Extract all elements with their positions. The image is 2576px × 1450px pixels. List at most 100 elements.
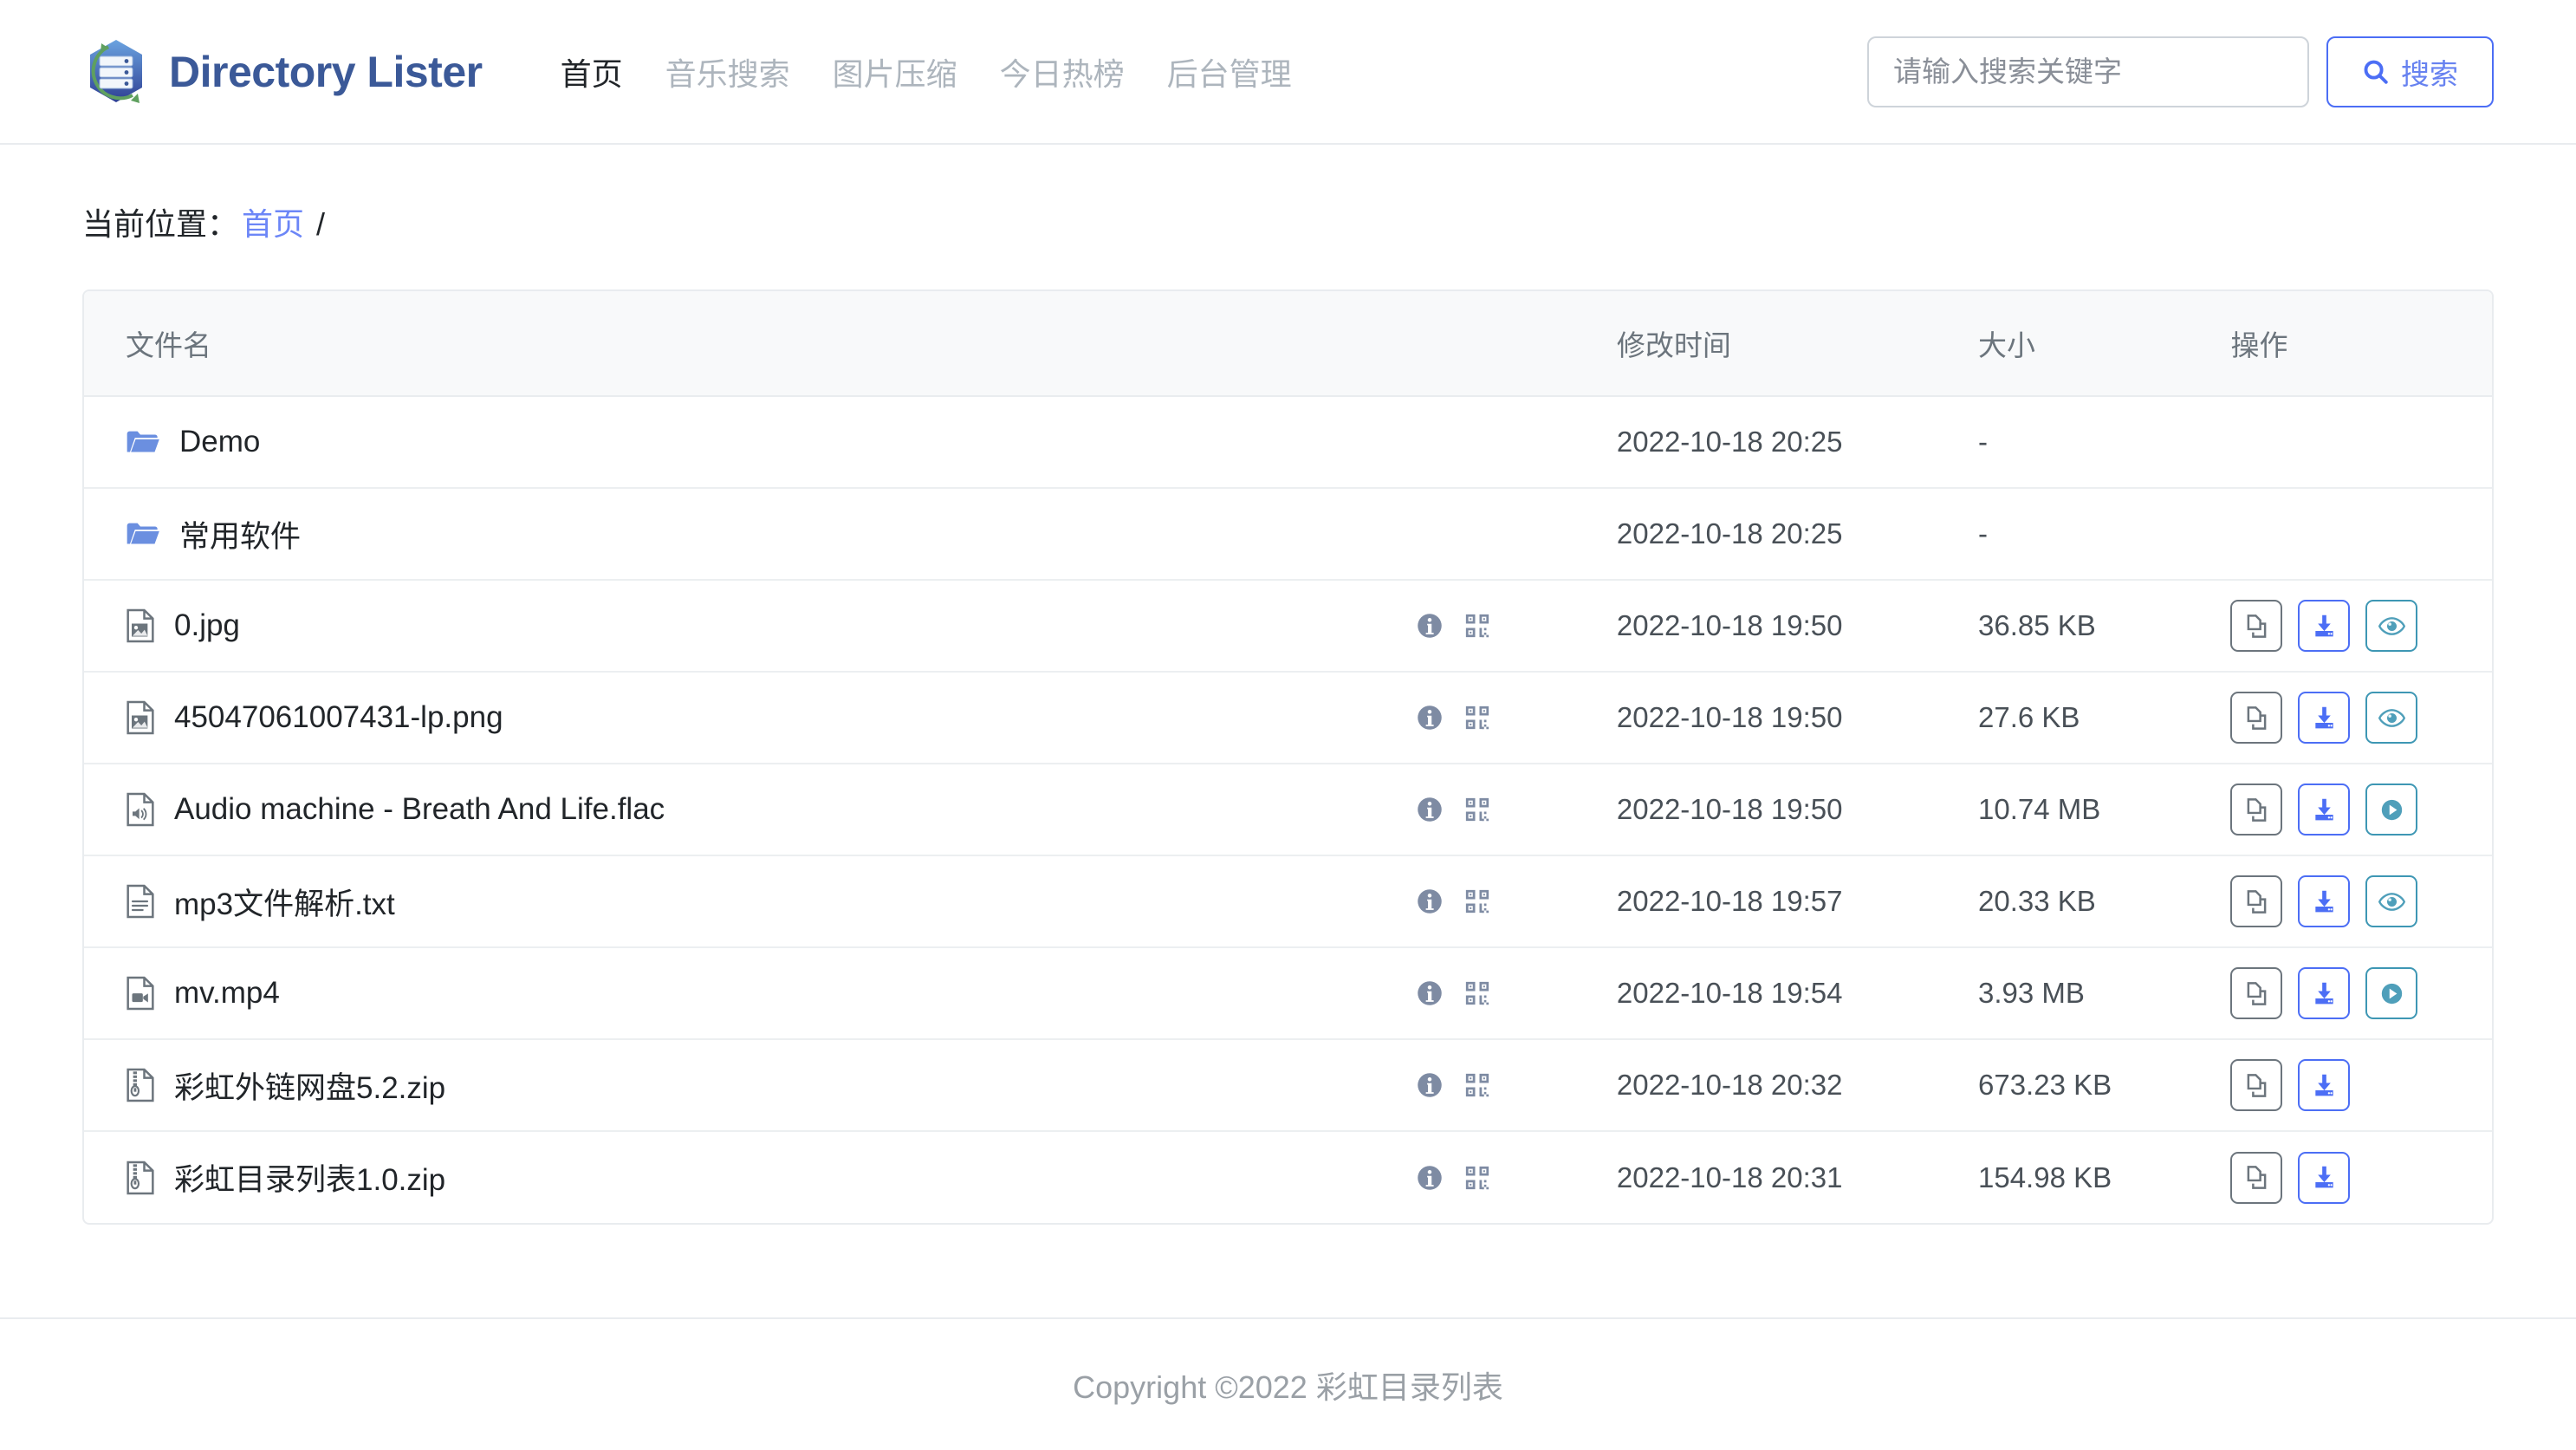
size-value: 36.85 KB [1977, 609, 2096, 641]
table-header-row: 文件名 修改时间 大小 操作 [84, 291, 2492, 397]
cell-modified-time: 2022-10-18 19:57 [1616, 855, 1978, 948]
qrcode-icon[interactable] [1464, 1072, 1490, 1098]
size-value: - [1977, 426, 1988, 458]
preview-button[interactable] [2365, 600, 2418, 652]
download-button[interactable] [2298, 875, 2351, 927]
modified-time-value: 2022-10-18 19:50 [1616, 701, 1843, 733]
breadcrumb: 当前位置： 首页 / [0, 145, 2576, 244]
play-button[interactable] [2365, 967, 2418, 1019]
nav-item-home[interactable]: 首页 [561, 56, 623, 92]
download-button[interactable] [2298, 784, 2351, 836]
qrcode-icon [1465, 614, 1489, 638]
qrcode-icon[interactable] [1464, 797, 1490, 823]
cell-size: 673.23 KB [1977, 1039, 2231, 1132]
nav-item-admin[interactable]: 后台管理 [1167, 56, 1292, 92]
info-icon[interactable] [1417, 797, 1443, 823]
file-name-link[interactable]: 45047061007431-lp.png [174, 700, 503, 735]
copy-link-button[interactable] [2230, 600, 2283, 652]
qrcode-icon [1465, 797, 1489, 822]
table-row: 45047061007431-lp.png 2022-10-18 19:50 2… [84, 672, 2492, 764]
info-icon[interactable] [1417, 613, 1443, 639]
size-value: 154.98 KB [1977, 1161, 2112, 1193]
cell-actions [2230, 488, 2492, 581]
cell-size: - [1977, 396, 2231, 489]
table-row: mp3文件解析.txt 2022-10-18 19:57 20.33 KB [84, 855, 2492, 948]
nav-item-music[interactable]: 音乐搜索 [665, 56, 790, 92]
file-name-link[interactable]: Demo [179, 425, 260, 459]
cell-filename: 彩虹目录列表1.0.zip [84, 1131, 1417, 1223]
breadcrumb-item-home[interactable]: 首页 [242, 199, 304, 244]
download-button[interactable] [2298, 1059, 2351, 1111]
copy-link-button[interactable] [2230, 784, 2283, 836]
qrcode-icon [1465, 705, 1489, 730]
download-button[interactable] [2298, 600, 2351, 652]
qrcode-icon[interactable] [1464, 705, 1490, 731]
cell-actions [2230, 580, 2492, 673]
search-button-label: 搜索 [2401, 57, 2458, 90]
download-button[interactable] [2298, 1151, 2351, 1204]
column-header-modified: 修改时间 [1616, 291, 1978, 397]
preview-button[interactable] [2365, 692, 2418, 744]
search-area: 搜索 [1867, 36, 2494, 107]
cell-filename: Audio machine - Breath And Life.flac [84, 764, 1417, 856]
preview-button[interactable] [2365, 875, 2418, 927]
qrcode-icon[interactable] [1464, 888, 1490, 914]
info-icon[interactable] [1417, 705, 1443, 731]
cell-size: 154.98 KB [1978, 1131, 2230, 1223]
qrcode-icon [1465, 1073, 1489, 1097]
copy-link-button[interactable] [2230, 1059, 2283, 1111]
file-name-link[interactable]: mv.mp4 [174, 976, 280, 1011]
file-name-link[interactable]: 彩虹外链网盘5.2.zip [174, 1063, 445, 1108]
info-icon[interactable] [1417, 980, 1443, 1006]
cell-meta-icons [1416, 855, 1617, 948]
file-name-link[interactable]: 0.jpg [174, 608, 240, 643]
table-row: 0.jpg 2022-10-18 19:50 36.85 KB [84, 580, 2492, 673]
cell-modified-time: 2022-10-18 19:50 [1616, 764, 1978, 856]
file-name-link[interactable]: mp3文件解析.txt [174, 880, 395, 924]
nav-item-hotlist[interactable]: 今日热榜 [1000, 56, 1125, 92]
file-name-link[interactable]: Audio machine - Breath And Life.flac [174, 792, 665, 827]
cell-modified-time: 2022-10-18 20:32 [1616, 1039, 1978, 1132]
table-row: 彩虹外链网盘5.2.zip 2022-10-18 20:32 673.23 KB [84, 1039, 2492, 1132]
info-icon [1417, 797, 1442, 822]
cell-modified-time: 2022-10-18 19:50 [1616, 672, 1978, 764]
size-value: - [1977, 517, 1988, 549]
file-name-link[interactable]: 彩虹目录列表1.0.zip [174, 1155, 445, 1200]
cell-actions [2230, 855, 2492, 948]
main-nav: 首页 音乐搜索 图片压缩 今日热榜 后台管理 [561, 49, 1292, 94]
file-audio-icon [126, 792, 155, 827]
file-name-link[interactable]: 常用软件 [179, 512, 301, 556]
download-button[interactable] [2298, 692, 2351, 744]
qrcode-icon[interactable] [1464, 1165, 1490, 1191]
file-image-icon [126, 608, 155, 643]
cell-meta-icons [1416, 488, 1617, 581]
cell-actions [2230, 1131, 2492, 1223]
copy-link-button[interactable] [2230, 1151, 2283, 1204]
info-icon [1417, 981, 1442, 1005]
directory-lister-logo-icon [82, 35, 150, 109]
cell-modified-time: 2022-10-18 19:50 [1616, 580, 1978, 673]
qrcode-icon[interactable] [1464, 980, 1490, 1006]
qrcode-icon[interactable] [1464, 613, 1490, 639]
copy-link-button[interactable] [2230, 967, 2283, 1019]
info-icon[interactable] [1417, 888, 1443, 914]
cell-filename: 0.jpg [84, 580, 1417, 673]
copy-link-button[interactable] [2230, 692, 2283, 744]
cell-size: - [1977, 488, 2231, 581]
info-icon[interactable] [1417, 1165, 1443, 1191]
cell-size: 27.6 KB [1977, 672, 2231, 764]
download-button[interactable] [2298, 967, 2351, 1019]
top-navbar: Directory Lister 首页 音乐搜索 图片压缩 今日热榜 后台管理 … [0, 0, 2576, 145]
search-button[interactable]: 搜索 [2326, 36, 2494, 107]
modified-time-value: 2022-10-18 20:25 [1616, 517, 1843, 549]
search-input[interactable] [1867, 36, 2309, 107]
info-icon [1417, 1165, 1442, 1190]
modified-time-value: 2022-10-18 19:57 [1616, 885, 1843, 917]
modified-time-value: 2022-10-18 20:25 [1616, 426, 1843, 458]
nav-item-imgcompress[interactable]: 图片压缩 [833, 56, 957, 92]
info-icon[interactable] [1417, 1072, 1443, 1098]
copy-link-button[interactable] [2230, 875, 2283, 927]
brand-name: Directory Lister [169, 47, 483, 96]
brand-logo-link[interactable]: Directory Lister [82, 35, 483, 109]
play-button[interactable] [2365, 784, 2418, 836]
